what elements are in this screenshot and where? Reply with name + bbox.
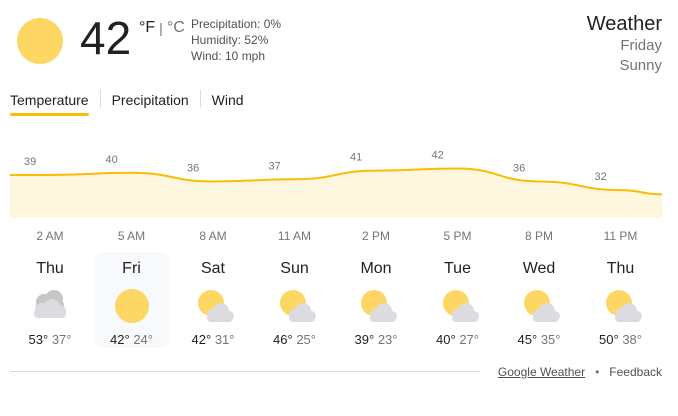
tab-divider <box>199 90 201 108</box>
temperature-area <box>10 168 662 218</box>
temperature-data-label: 37 <box>269 160 281 172</box>
day-name: Sun <box>280 260 309 277</box>
tab-temperature[interactable]: Temperature <box>10 88 89 116</box>
low-temp: 25° <box>296 332 316 347</box>
tab-divider <box>99 90 101 108</box>
high-temp: 46° <box>273 332 293 347</box>
day-temps: 50° 38° <box>584 332 658 348</box>
low-temp: 24° <box>133 332 153 347</box>
temperature-data-label: 36 <box>187 162 199 174</box>
day-temps: 45° 35° <box>502 332 576 348</box>
temperature-data-label: 41 <box>350 152 362 164</box>
day-name: Sat <box>200 260 225 277</box>
high-temp: 45° <box>517 332 538 347</box>
temperature-chart-svg: 39 40 36 37 41 42 36 32 <box>9 149 663 218</box>
weather-condition: Sunny <box>619 57 662 74</box>
weather-title: Weather <box>586 13 662 35</box>
cloudy-icon <box>34 290 66 318</box>
high-temp: 40° <box>436 332 456 347</box>
sun-icon <box>114 289 149 323</box>
footer-separator: • <box>595 365 600 379</box>
day-name: Wed <box>522 260 556 277</box>
feedback-link[interactable]: Feedback <box>609 364 662 380</box>
tab-precipitation[interactable]: Precipitation <box>112 88 189 116</box>
temperature-data-label: 39 <box>24 156 36 168</box>
day-name: Thu <box>606 260 635 277</box>
current-temperature: 42 <box>80 12 132 64</box>
day-forecast-mon[interactable]: Mon 39° 23° <box>339 252 413 348</box>
footer: Google Weather • Feedback <box>498 364 662 380</box>
day-forecast-sat[interactable]: Sat 42° 31° <box>176 252 250 348</box>
tab-wind[interactable]: Wind <box>212 88 244 116</box>
footer-divider <box>10 371 480 372</box>
day-temps: 46° 25° <box>258 332 332 348</box>
low-temp: 38° <box>622 332 642 347</box>
unit-separator: | <box>159 20 163 36</box>
low-temp: 23° <box>377 332 398 347</box>
day-forecast-wed[interactable]: Wed 45° 35° <box>502 252 576 348</box>
high-temp: 39° <box>354 332 375 347</box>
hour-label: 5 AM <box>117 229 146 243</box>
day-name: Mon <box>360 260 392 277</box>
partly-cloudy-icon <box>605 290 642 322</box>
high-temp: 50° <box>599 332 619 347</box>
day-forecast-thu[interactable]: Thu 53° 37° <box>13 252 87 348</box>
low-temp: 31° <box>214 332 235 347</box>
partly-cloudy-icon <box>279 290 316 322</box>
day-name: Fri <box>122 260 141 277</box>
google-weather-link[interactable]: Google Weather <box>498 364 585 380</box>
day-forecast-thu[interactable]: Thu 50° 38° <box>584 252 658 348</box>
temperature-data-label: 40 <box>106 154 118 166</box>
wind-text: Wind: 10 mph <box>191 49 266 63</box>
weather-day: Friday <box>620 37 662 54</box>
hour-label: 8 PM <box>524 229 553 243</box>
partly-cloudy-icon <box>524 290 560 322</box>
day-forecast-fri[interactable]: Fri 42° 24° <box>94 252 169 348</box>
high-temp: 42° <box>191 332 212 347</box>
unit-fahrenheit-button[interactable]: °F <box>139 18 155 38</box>
tab-bar: Temperature Precipitation Wind <box>10 88 244 116</box>
humidity-text: Humidity: 52% <box>191 33 269 47</box>
hour-label: 2 AM <box>36 229 64 243</box>
partly-cloudy-icon <box>198 290 234 322</box>
weather-details: Precipitation: 0% Humidity: 52% Wind: 10… <box>191 16 281 64</box>
day-temps: 53° 37° <box>13 332 87 348</box>
temperature-chart: 39 40 36 37 41 42 36 32 <box>9 148 663 218</box>
low-temp: 27° <box>459 332 479 347</box>
day-temps: 39° 23° <box>339 332 413 348</box>
partly-cloudy-icon <box>442 290 479 322</box>
day-temps: 42° 24° <box>95 332 169 348</box>
day-forecast-tue[interactable]: Tue 40° 27° <box>421 252 495 348</box>
high-temp: 53° <box>28 332 49 347</box>
day-temps: 42° 31° <box>176 332 250 348</box>
hour-label: 5 PM <box>443 229 472 243</box>
day-forecast-sun[interactable]: Sun 46° 25° <box>258 252 332 348</box>
day-name: Thu <box>36 260 64 277</box>
sun-icon <box>17 18 63 64</box>
unit-toggle: °F | °C <box>139 18 185 38</box>
hour-label: 2 PM <box>361 229 390 243</box>
hour-label: 11 PM <box>603 229 638 243</box>
day-name: Tue <box>444 260 471 277</box>
temperature-data-label: 42 <box>432 149 444 161</box>
day-temps: 40° 27° <box>421 332 495 348</box>
hour-label: 8 AM <box>199 229 227 243</box>
hour-labels: 2 AM 5 AM 8 AM 11 AM 2 PM 5 PM 8 PM 11 PM <box>10 228 662 244</box>
temperature-data-label: 32 <box>595 171 607 183</box>
high-temp: 42° <box>110 332 130 347</box>
partly-cloudy-icon <box>361 290 397 322</box>
precipitation-text: Precipitation: 0% <box>191 17 282 31</box>
low-temp: 35° <box>540 332 561 347</box>
low-temp: 37° <box>51 332 72 347</box>
weather-title-block: Weather Friday Sunny <box>587 12 662 76</box>
daily-forecast: Thu 53° 37° Fri 42° 24° Sat 42° 31° Sun 46° 25°… <box>10 252 668 350</box>
hour-label: 11 AM <box>277 229 312 243</box>
temperature-data-label: 36 <box>513 162 525 174</box>
unit-celsius-button[interactable]: °C <box>167 18 185 38</box>
